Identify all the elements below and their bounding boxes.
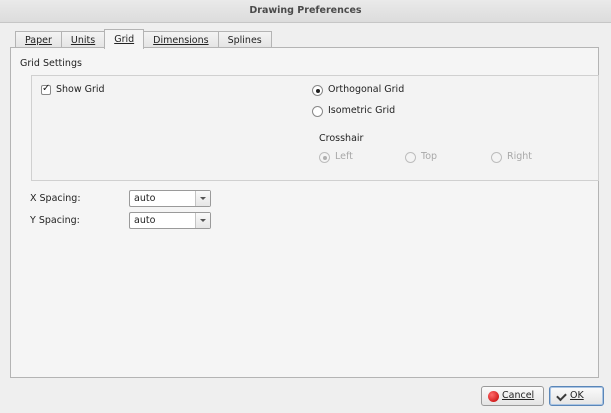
crosshair-left-radio[interactable] (319, 152, 330, 163)
grid-settings-title: Grid Settings (20, 58, 82, 69)
window-title: Drawing Preferences (0, 0, 611, 23)
y-spacing-label: Y Spacing: (30, 215, 80, 226)
show-grid-label[interactable]: Show Grid (56, 84, 105, 95)
crosshair-top-label: Top (421, 151, 438, 162)
x-spacing-label: X Spacing: (30, 193, 81, 204)
ok-button-label: OK (570, 390, 584, 401)
y-spacing-combo[interactable]: auto (129, 212, 211, 229)
y-spacing-value: auto (134, 215, 156, 226)
tab-grid-label: Grid (114, 34, 135, 45)
tab-dimensions-label: Dimensions (153, 35, 209, 46)
crosshair-right-radio[interactable] (491, 152, 502, 163)
cancel-icon (488, 390, 499, 402)
x-spacing-combo[interactable]: auto (129, 190, 211, 207)
tab-grid[interactable]: Grid (104, 29, 145, 49)
cancel-button[interactable]: Cancel (481, 386, 544, 406)
x-spacing-value: auto (134, 193, 156, 204)
isometric-grid-label[interactable]: Isometric Grid (328, 105, 395, 116)
cancel-button-label: Cancel (502, 390, 535, 401)
chevron-down-icon[interactable] (195, 213, 210, 228)
checkmark-icon (556, 391, 567, 402)
orthogonal-grid-label[interactable]: Orthogonal Grid (328, 84, 404, 95)
crosshair-top-radio[interactable] (405, 152, 416, 163)
orthogonal-grid-radio[interactable] (312, 85, 323, 96)
tab-paper-label: Paper (25, 35, 52, 46)
crosshair-left-label: Left (335, 151, 353, 162)
chevron-down-icon[interactable] (195, 191, 210, 206)
checkmark-icon: ✓ (42, 83, 51, 94)
crosshair-right-label: Right (507, 151, 533, 162)
ok-button[interactable]: OK (549, 386, 604, 406)
isometric-grid-radio[interactable] (312, 106, 323, 117)
tab-units-label: Units (70, 35, 96, 46)
crosshair-title: Crosshair (319, 133, 364, 144)
tab-splines-label: Splines (227, 35, 262, 46)
show-grid-checkbox[interactable]: ✓ (41, 83, 51, 95)
tab-bar: Paper Units Grid Dimensions Splines (15, 29, 272, 49)
